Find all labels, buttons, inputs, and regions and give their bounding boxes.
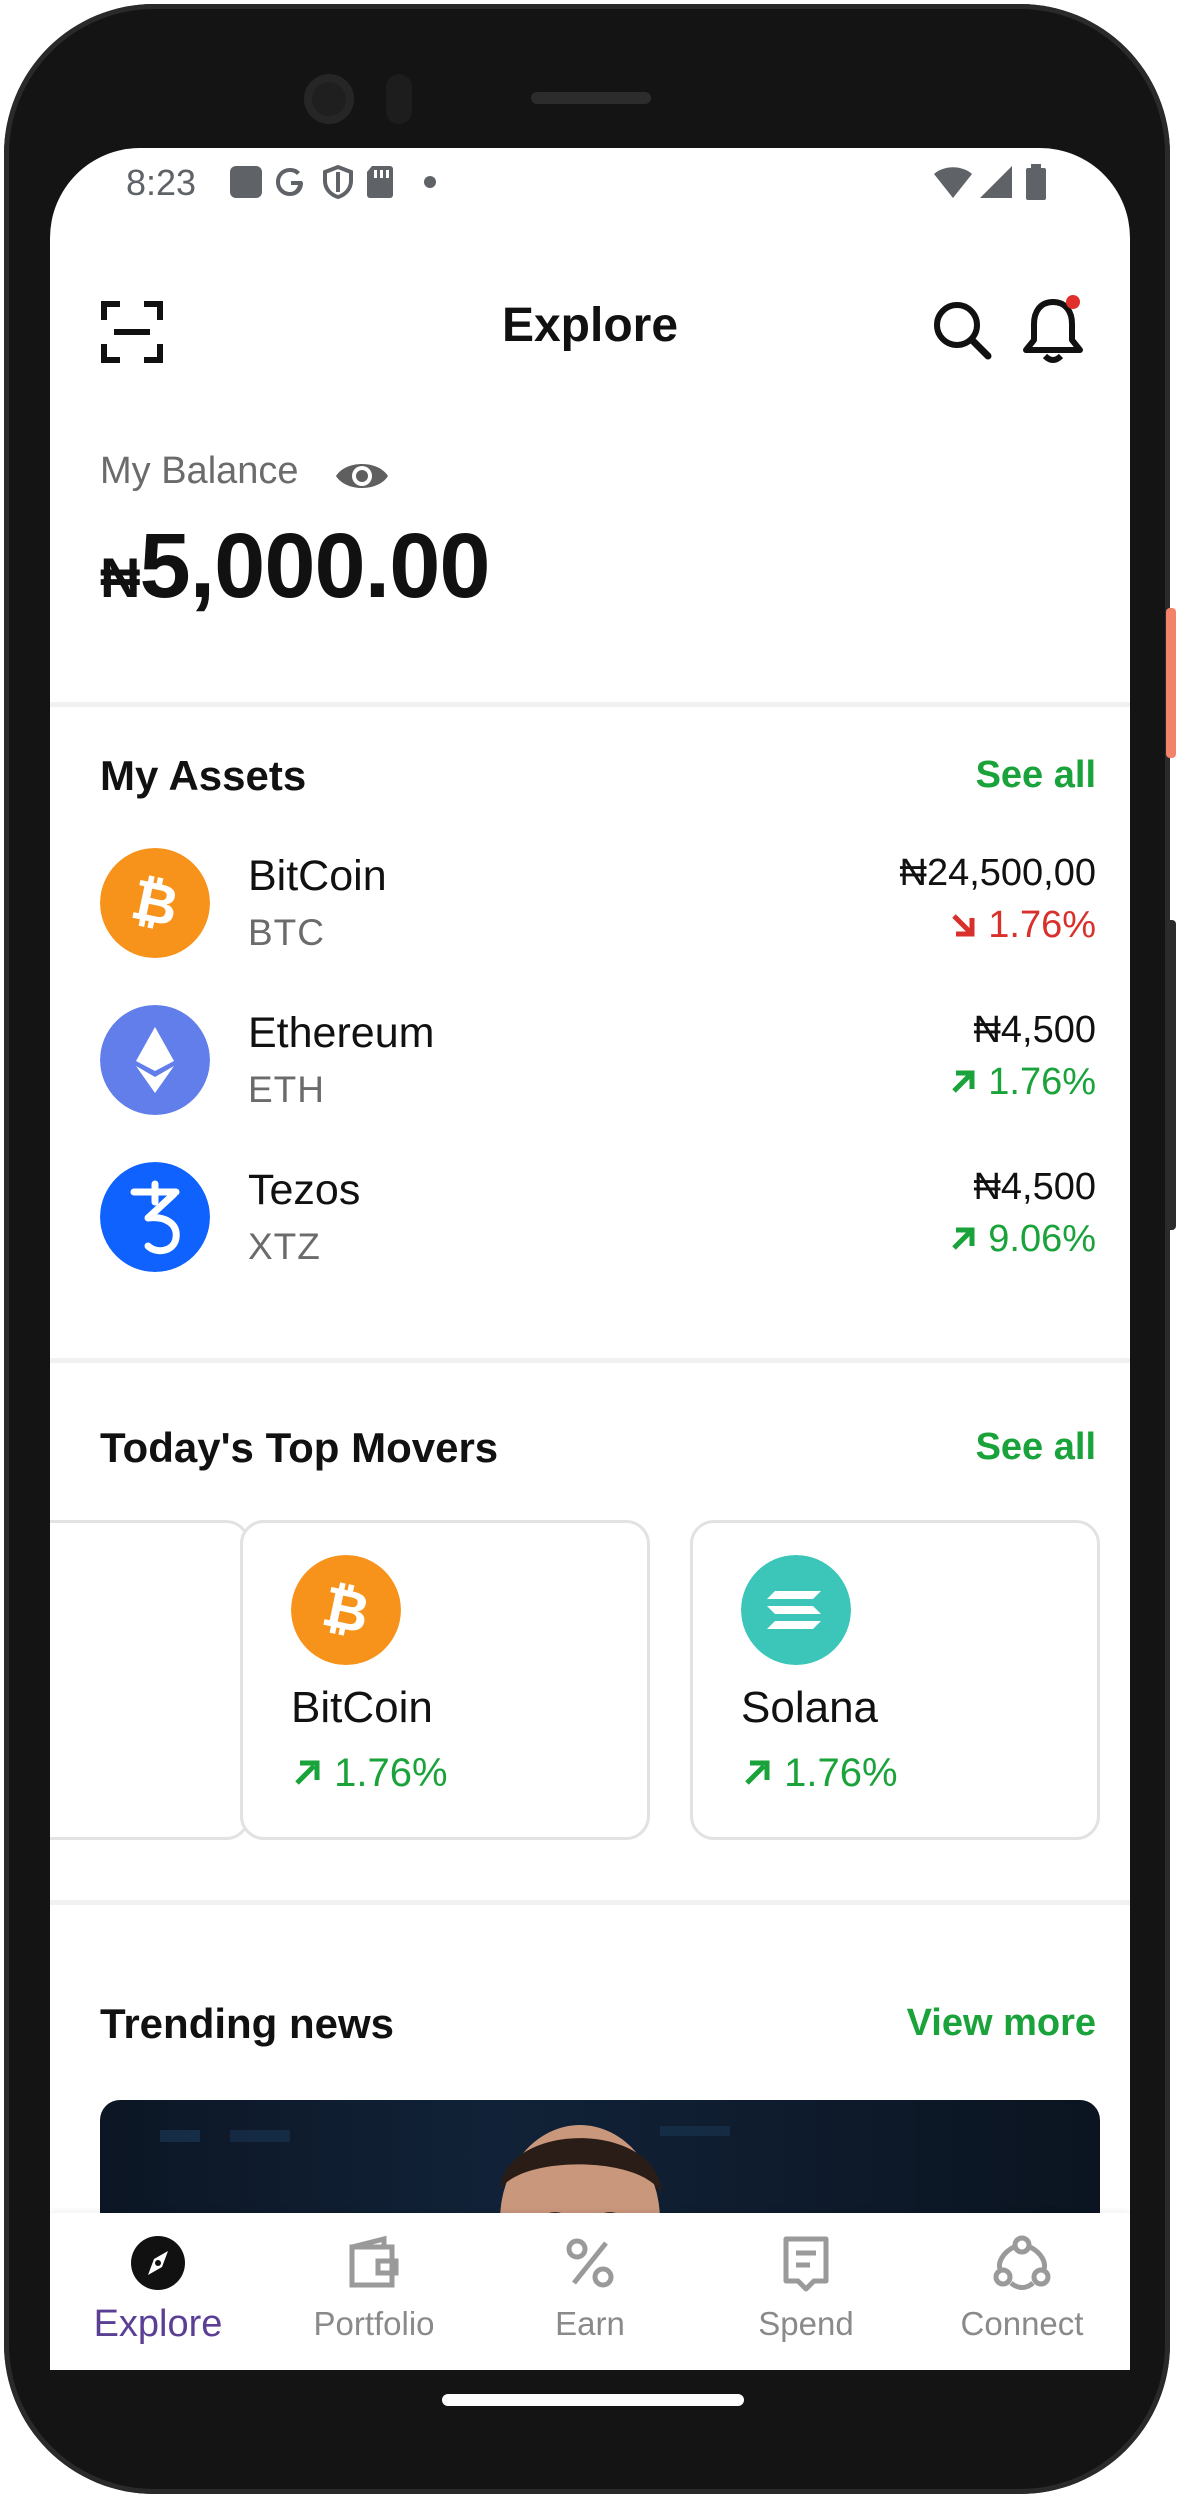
status-time: 8:23 bbox=[126, 162, 197, 203]
more-notifications-dot-icon bbox=[424, 176, 436, 188]
mover-card-partial[interactable] bbox=[50, 1520, 250, 1840]
mover-change: 1.76% bbox=[741, 1751, 898, 1796]
asset-name: BitCoin bbox=[248, 852, 387, 900]
asset-row-tezos[interactable]: Tezos XTZ ₦4,500 9.06% bbox=[50, 1152, 1130, 1292]
nav-tab-spend[interactable]: Spend bbox=[698, 2213, 914, 2370]
solana-icon bbox=[741, 1555, 851, 1665]
section-divider bbox=[50, 1900, 1130, 1905]
balance-label: My Balance bbox=[100, 450, 299, 492]
tezos-icon bbox=[100, 1162, 210, 1272]
asset-price: ₦4,500 bbox=[973, 1009, 1096, 1051]
home-indicator-bar[interactable] bbox=[442, 2394, 744, 2406]
nav-label: Portfolio bbox=[313, 2305, 435, 2342]
assets-see-all-link[interactable]: See all bbox=[976, 754, 1096, 797]
asset-price: ₦24,500,00 bbox=[899, 852, 1097, 894]
asset-name: Ethereum bbox=[248, 1009, 435, 1057]
search-icon[interactable] bbox=[930, 298, 994, 362]
nav-label: Spend bbox=[758, 2305, 854, 2342]
arrow-up-right-icon bbox=[951, 1227, 975, 1250]
balance-amount: ₦5,000.00 bbox=[100, 514, 491, 619]
nav-tab-explore[interactable]: Explore bbox=[50, 2213, 266, 2370]
battery-icon bbox=[1026, 164, 1046, 200]
mover-name: BitCoin bbox=[291, 1683, 433, 1732]
percent-icon bbox=[566, 2238, 614, 2288]
nav-tab-portfolio[interactable]: Portfolio bbox=[266, 2213, 482, 2370]
balance-value: 5,000.00 bbox=[139, 515, 490, 617]
news-view-more-link[interactable]: View more bbox=[907, 2002, 1096, 2045]
nav-tab-earn[interactable]: Earn bbox=[482, 2213, 698, 2370]
earpiece-speaker bbox=[531, 92, 651, 104]
wallet-icon bbox=[349, 2235, 399, 2288]
sd-card-icon bbox=[367, 166, 393, 198]
mover-card-bitcoin[interactable]: ₿ BitCoin 1.76% bbox=[240, 1520, 650, 1840]
my-assets-title: My Assets bbox=[100, 752, 307, 799]
movers-see-all-link[interactable]: See all bbox=[976, 1426, 1096, 1469]
section-divider bbox=[50, 1358, 1130, 1363]
trending-news-title: Trending news bbox=[100, 2000, 395, 2047]
network-icon bbox=[993, 2235, 1051, 2290]
arrow-up-right-icon bbox=[951, 1070, 975, 1093]
cellular-signal-icon bbox=[980, 166, 1012, 198]
asset-price: ₦4,500 bbox=[973, 1166, 1096, 1208]
asset-change: 9.06% bbox=[948, 1218, 1096, 1261]
nav-tab-connect[interactable]: Connect bbox=[914, 2213, 1130, 2370]
mover-name: Solana bbox=[741, 1683, 879, 1732]
app-screen: 8:23 Explore My Balance ₦5,000.00 My Ass… bbox=[50, 148, 1130, 2370]
nav-label: Explore bbox=[93, 2303, 223, 2345]
asset-row-bitcoin[interactable]: ₿ BitCoin BTC ₦24,500,00 1.76% bbox=[50, 838, 1130, 978]
compass-icon bbox=[131, 2236, 185, 2290]
shield-icon bbox=[323, 164, 353, 200]
visibility-eye-icon[interactable] bbox=[334, 456, 390, 496]
asset-change-value: 1.76% bbox=[988, 1061, 1096, 1103]
arrow-up-right-icon bbox=[745, 1760, 770, 1785]
bitcoin-icon: ₿ bbox=[100, 848, 210, 958]
volume-button bbox=[1166, 920, 1176, 1230]
arrow-down-right-icon bbox=[951, 914, 975, 937]
bitcoin-icon: ₿ bbox=[291, 1555, 401, 1665]
front-camera bbox=[304, 74, 354, 124]
nav-label: Connect bbox=[960, 2305, 1084, 2342]
app-notification-icon bbox=[230, 166, 262, 198]
mover-card-solana[interactable]: Solana 1.76% bbox=[690, 1520, 1100, 1840]
phone-frame: 8:23 Explore My Balance ₦5,000.00 My Ass… bbox=[4, 4, 1170, 2494]
asset-row-ethereum[interactable]: Ethereum ETH ₦4,500 1.76% bbox=[50, 995, 1130, 1135]
asset-change: 1.76% bbox=[948, 904, 1096, 947]
balance-currency-symbol: ₦ bbox=[100, 546, 140, 609]
asset-change: 1.76% bbox=[948, 1061, 1096, 1104]
wifi-icon bbox=[934, 167, 972, 198]
asset-symbol: ETH bbox=[248, 1069, 325, 1110]
mover-change: 1.76% bbox=[291, 1751, 448, 1796]
arrow-up-right-icon bbox=[295, 1760, 320, 1785]
asset-change-value: 9.06% bbox=[988, 1218, 1096, 1260]
asset-symbol: BTC bbox=[248, 912, 325, 953]
ethereum-icon bbox=[100, 1005, 210, 1115]
receipt-icon bbox=[783, 2236, 829, 2292]
power-button bbox=[1166, 608, 1176, 758]
notification-bell-icon[interactable] bbox=[1018, 292, 1088, 366]
asset-name: Tezos bbox=[248, 1166, 361, 1214]
section-divider bbox=[50, 702, 1130, 707]
mover-change-value: 1.76% bbox=[334, 1751, 448, 1795]
mover-change-value: 1.76% bbox=[784, 1751, 898, 1795]
proximity-sensor bbox=[386, 74, 412, 124]
asset-symbol: XTZ bbox=[248, 1226, 321, 1267]
bottom-navigation: Explore Portfolio Earn Spend Connect bbox=[50, 2213, 1130, 2370]
top-movers-title: Today's Top Movers bbox=[100, 1424, 499, 1471]
google-icon bbox=[276, 168, 303, 196]
asset-change-value: 1.76% bbox=[988, 904, 1096, 946]
nav-label: Earn bbox=[555, 2305, 625, 2342]
